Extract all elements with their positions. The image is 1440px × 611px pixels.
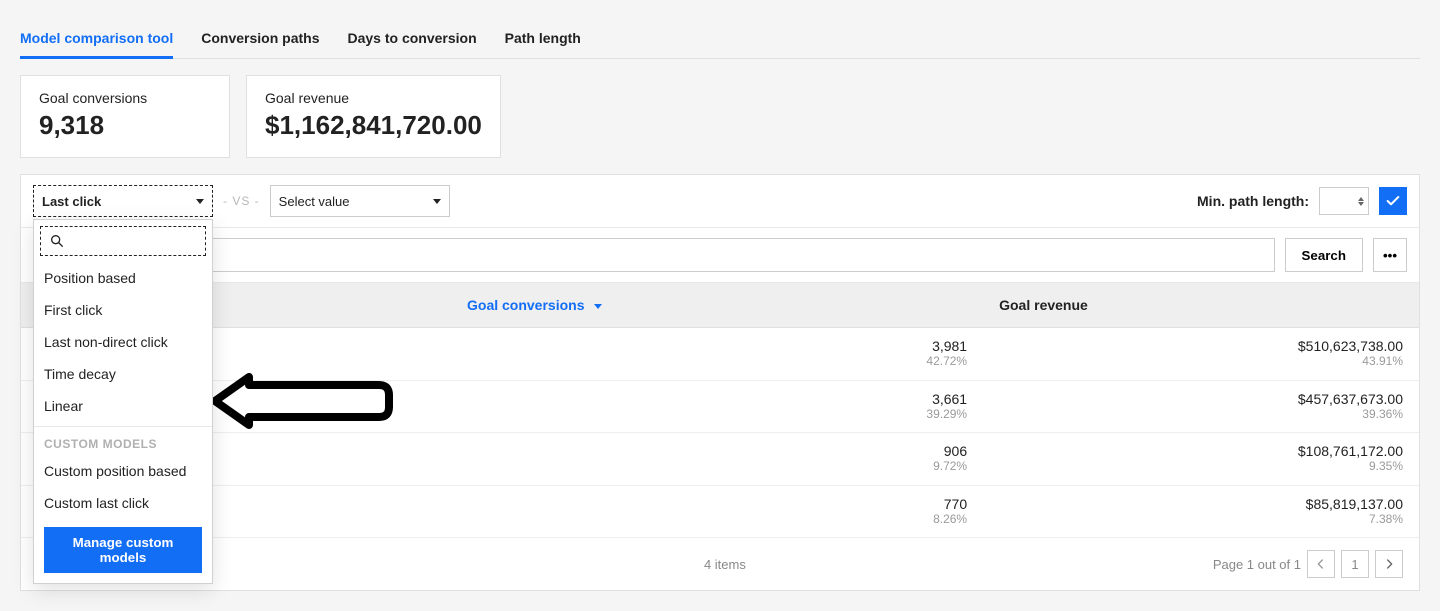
compare-select[interactable]: Select value bbox=[270, 185, 450, 217]
metrics-row: Goal conversions 9,318 Goal revenue $1,1… bbox=[20, 75, 1420, 158]
col-goal-conversions[interactable]: Goal conversions bbox=[451, 283, 983, 328]
report-card: Last click - VS - Select value Min. path… bbox=[20, 174, 1420, 591]
footer-page-text: Page 1 out of 1 bbox=[1213, 557, 1301, 572]
tab-conversion-paths[interactable]: Conversion paths bbox=[201, 20, 319, 58]
table-row: 9069.72% $108,761,172.009.35% bbox=[21, 433, 1419, 486]
results-table: Goal conversions Goal revenue 3,98142.72… bbox=[21, 283, 1419, 538]
tab-days-to-conversion[interactable]: Days to conversion bbox=[347, 20, 476, 58]
sort-desc-icon bbox=[594, 304, 602, 309]
cell-conversions: 906 bbox=[467, 443, 967, 459]
arrow-right-icon bbox=[1381, 556, 1397, 572]
tabs: Model comparison tool Conversion paths D… bbox=[20, 20, 1420, 59]
tab-label: Days to conversion bbox=[347, 30, 476, 46]
metric-label: Goal revenue bbox=[265, 90, 482, 106]
chevron-down-icon bbox=[196, 199, 204, 204]
metric-label: Goal conversions bbox=[39, 90, 211, 106]
dropdown-section-custom: CUSTOM MODELS bbox=[34, 427, 212, 455]
cell-revenue-pct: 43.91% bbox=[999, 354, 1403, 370]
manage-custom-models-button[interactable]: Manage custom models bbox=[44, 527, 202, 573]
table-row: 7708.26% $85,819,137.007.38% bbox=[21, 485, 1419, 538]
dropdown-option-custom-last-click[interactable]: Custom last click bbox=[34, 487, 212, 519]
tab-label: Model comparison tool bbox=[20, 30, 173, 46]
cell-conversions: 3,981 bbox=[467, 338, 967, 354]
tab-path-length[interactable]: Path length bbox=[505, 20, 581, 58]
chevron-down-icon bbox=[433, 199, 441, 204]
search-button[interactable]: Search bbox=[1285, 238, 1363, 272]
cell-conversions-pct: 8.26% bbox=[467, 512, 967, 528]
tab-model-comparison[interactable]: Model comparison tool bbox=[20, 20, 173, 58]
metric-goal-conversions: Goal conversions 9,318 bbox=[20, 75, 230, 158]
dropdown-option-position-based[interactable]: Position based bbox=[34, 262, 212, 294]
next-page-button[interactable] bbox=[1375, 550, 1403, 578]
model-select-value: Last click bbox=[42, 194, 101, 209]
table-row: 3,98142.72% $510,623,738.0043.91% bbox=[21, 328, 1419, 381]
min-path-length-label: Min. path length: bbox=[1197, 193, 1309, 209]
dropdown-search-input[interactable] bbox=[40, 226, 206, 256]
cell-revenue: $457,637,673.00 bbox=[999, 391, 1403, 407]
tab-label: Conversion paths bbox=[201, 30, 319, 46]
dropdown-option-time-decay[interactable]: Time decay bbox=[34, 358, 212, 390]
more-button[interactable]: ••• bbox=[1373, 238, 1407, 272]
cell-revenue: $85,819,137.00 bbox=[999, 496, 1403, 512]
search-bar: Search ••• bbox=[21, 228, 1419, 283]
caret-down-icon bbox=[1358, 202, 1364, 206]
compare-select-placeholder: Select value bbox=[279, 194, 350, 209]
model-select[interactable]: Last click bbox=[33, 185, 213, 217]
cell-conversions: 770 bbox=[467, 496, 967, 512]
cell-revenue-pct: 7.38% bbox=[999, 512, 1403, 528]
col-goal-revenue[interactable]: Goal revenue bbox=[983, 283, 1419, 328]
table-footer: 4 items Page 1 out of 1 1 bbox=[21, 538, 1419, 590]
cell-revenue: $510,623,738.00 bbox=[999, 338, 1403, 354]
caret-up-icon bbox=[1358, 197, 1364, 201]
metric-value: 9,318 bbox=[39, 110, 211, 141]
cell-revenue-pct: 9.35% bbox=[999, 459, 1403, 475]
cell-conversions: 3,661 bbox=[467, 391, 967, 407]
dropdown-option-last-nondirect[interactable]: Last non-direct click bbox=[34, 326, 212, 358]
model-dropdown: Position based First click Last non-dire… bbox=[33, 219, 213, 584]
table-row: 3,66139.29% $457,637,673.0039.36% bbox=[21, 380, 1419, 433]
stepper-arrows bbox=[1358, 197, 1364, 206]
check-icon bbox=[1385, 193, 1401, 209]
apply-button[interactable] bbox=[1379, 187, 1407, 215]
prev-page-button[interactable] bbox=[1307, 550, 1335, 578]
cell-revenue-pct: 39.36% bbox=[999, 407, 1403, 423]
min-path-length-input[interactable] bbox=[1319, 187, 1369, 215]
cell-conversions-pct: 9.72% bbox=[467, 459, 967, 475]
dropdown-option-first-click[interactable]: First click bbox=[34, 294, 212, 326]
controls-bar: Last click - VS - Select value Min. path… bbox=[21, 175, 1419, 228]
cell-conversions-pct: 42.72% bbox=[467, 354, 967, 370]
tab-label: Path length bbox=[505, 30, 581, 46]
footer-items-count: 4 items bbox=[237, 557, 1213, 572]
dropdown-option-linear[interactable]: Linear bbox=[34, 390, 212, 422]
dropdown-option-custom-position[interactable]: Custom position based bbox=[34, 455, 212, 487]
arrow-left-icon bbox=[1313, 556, 1329, 572]
ellipsis-icon: ••• bbox=[1383, 248, 1397, 263]
metric-value: $1,162,841,720.00 bbox=[265, 110, 482, 141]
vs-label: - VS - bbox=[223, 194, 260, 208]
cell-conversions-pct: 39.29% bbox=[467, 407, 967, 423]
search-icon bbox=[49, 233, 65, 249]
search-input[interactable] bbox=[33, 238, 1275, 272]
cell-revenue: $108,761,172.00 bbox=[999, 443, 1403, 459]
metric-goal-revenue: Goal revenue $1,162,841,720.00 bbox=[246, 75, 501, 158]
page-number: 1 bbox=[1341, 550, 1369, 578]
